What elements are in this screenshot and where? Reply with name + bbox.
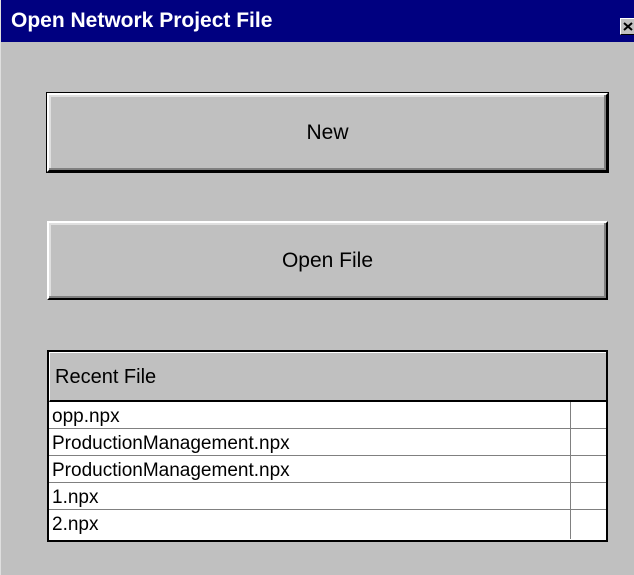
- recent-file-name: 2.npx: [52, 514, 99, 535]
- recent-files-list[interactable]: opp.npx ProductionManagement.npx Product…: [49, 402, 606, 539]
- dialog-window: Open Network Project File New Open File …: [0, 0, 634, 575]
- list-item[interactable]: opp.npx: [49, 402, 606, 429]
- recent-files-panel: Recent File opp.npx ProductionManagement…: [47, 350, 608, 542]
- list-item[interactable]: ProductionManagement.npx: [49, 429, 606, 456]
- new-button[interactable]: New: [46, 92, 609, 173]
- close-button[interactable]: [620, 18, 634, 35]
- list-item[interactable]: ProductionManagement.npx: [49, 456, 606, 483]
- recent-file-name: 1.npx: [52, 487, 99, 508]
- title-bar[interactable]: Open Network Project File: [1, 0, 634, 42]
- recent-files-header: Recent File: [49, 352, 606, 402]
- close-icon: [623, 22, 633, 31]
- list-item[interactable]: 1.npx: [49, 483, 606, 510]
- recent-file-extra-cell: [570, 402, 606, 428]
- recent-file-extra-cell: [570, 483, 606, 509]
- recent-file-extra-cell: [570, 510, 606, 539]
- recent-file-extra-cell: [570, 429, 606, 455]
- recent-file-extra-cell: [570, 456, 606, 482]
- recent-file-name: ProductionManagement.npx: [52, 433, 290, 454]
- window-title: Open Network Project File: [11, 9, 273, 32]
- recent-file-name: opp.npx: [52, 406, 120, 427]
- list-item[interactable]: 2.npx: [49, 510, 606, 539]
- open-file-button[interactable]: Open File: [47, 221, 608, 300]
- recent-file-name: ProductionManagement.npx: [52, 460, 290, 481]
